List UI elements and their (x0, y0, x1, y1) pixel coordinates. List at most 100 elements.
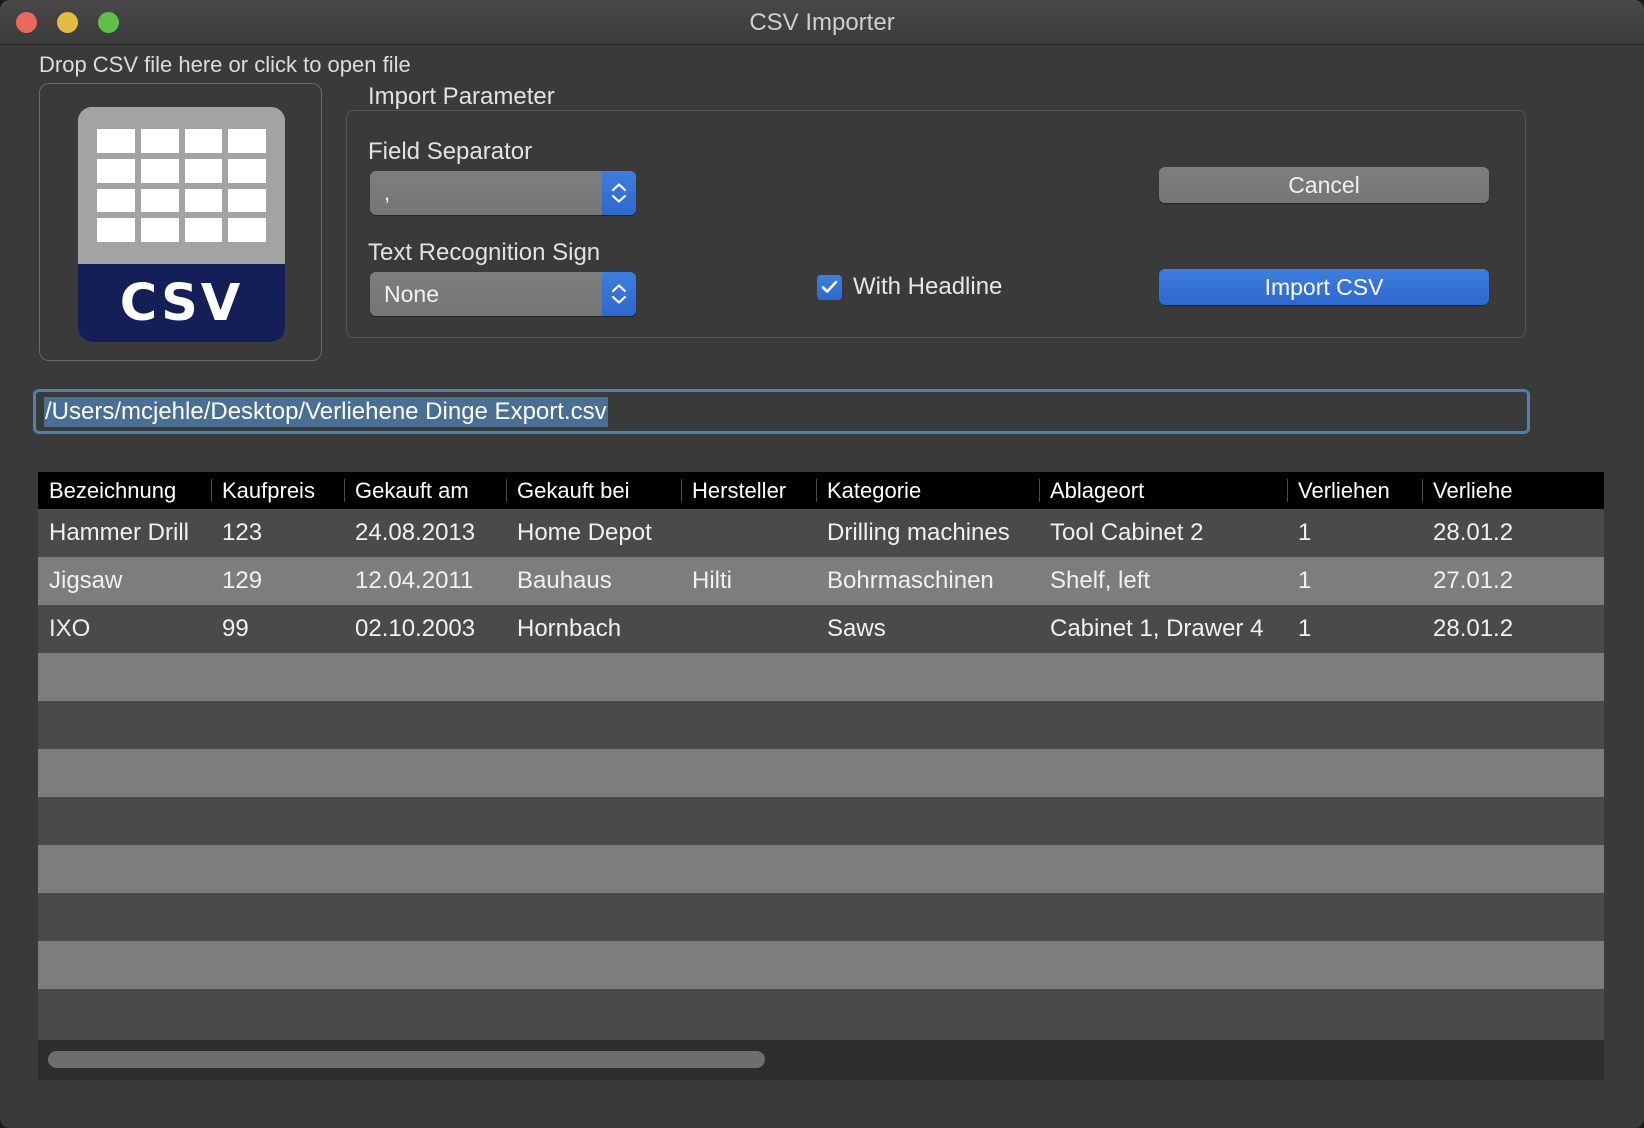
table-row[interactable]: Jigsaw 129 12.04.2011 Bauhaus Hilti Bohrmasch… (38, 557, 1604, 605)
table-cell: Bauhaus (517, 567, 612, 594)
file-path-input[interactable]: /Users/mcjehle/Desktop/Verliehene Dinge … (33, 389, 1530, 434)
file-path-value: /Users/mcjehle/Desktop/Verliehene Dinge … (44, 396, 608, 427)
table-cell (38, 653, 211, 701)
horizontal-scrollbar-thumb[interactable] (48, 1051, 765, 1068)
table-cell (211, 749, 344, 797)
table-cell (816, 653, 1039, 701)
table-row[interactable] (38, 653, 1604, 701)
table-row[interactable] (38, 989, 1604, 1037)
table-cell (506, 749, 681, 797)
table-column-header[interactable]: Gekauft bei (506, 472, 681, 509)
csv-preview-table[interactable]: Bezeichnung Kaufpreis Gekauft am Gekauft be… (38, 472, 1604, 1040)
table-column-header[interactable]: Ablageort (1039, 472, 1287, 509)
text-recognition-sign-value: None (384, 281, 439, 307)
table-cell (38, 749, 211, 797)
table-cell (344, 845, 506, 893)
table-cell (681, 509, 816, 557)
table-cell: 1 (1298, 615, 1312, 642)
table-row[interactable] (38, 941, 1604, 989)
chevron-updown-icon[interactable] (602, 272, 636, 316)
horizontal-scrollbar[interactable] (38, 1040, 1604, 1080)
table-cell (1039, 701, 1287, 749)
with-headline-checkbox[interactable] (817, 274, 842, 300)
table-cell (211, 893, 344, 941)
table-cell (506, 941, 681, 989)
table-cell (1422, 749, 1604, 797)
table-column-header[interactable]: Bezeichnung (38, 472, 211, 509)
table-cell (1039, 941, 1287, 989)
table-cell (211, 701, 344, 749)
table-cell: 1 (1298, 567, 1312, 594)
window-title: CSV Importer (749, 9, 895, 36)
table-header-row: Bezeichnung Kaufpreis Gekauft am Gekauft be… (38, 472, 1604, 509)
table-column-header[interactable]: Gekauft am (344, 472, 506, 509)
import-parameter-legend: Import Parameter (368, 83, 555, 110)
table-cell (38, 989, 211, 1037)
table-cell (1287, 701, 1422, 749)
table-cell (1422, 797, 1604, 845)
table-row[interactable]: Hammer Drill 123 24.08.2013 Home Depot Drill… (38, 509, 1604, 557)
table-cell (211, 989, 344, 1037)
table-cell: Saws (827, 615, 886, 642)
table-column-header[interactable]: Verliehen (1287, 472, 1422, 509)
table-cell (816, 989, 1039, 1037)
table-cell (506, 989, 681, 1037)
table-cell: Home Depot (517, 519, 652, 546)
table-column-header[interactable]: Kategorie (816, 472, 1039, 509)
table-cell: Cabinet 1, Drawer 4 (1050, 615, 1264, 642)
table-row[interactable] (38, 749, 1604, 797)
table-cell (816, 797, 1039, 845)
table-cell: Hilti (692, 567, 732, 594)
table-cell (1039, 797, 1287, 845)
table-cell (38, 701, 211, 749)
table-cell (1287, 749, 1422, 797)
table-cell: 99 (222, 615, 249, 642)
table-cell (681, 893, 816, 941)
csv-drop-zone[interactable]: CSV (39, 83, 322, 361)
chevron-updown-icon[interactable] (602, 171, 636, 215)
csv-icon-grid (78, 107, 285, 264)
table-cell (506, 797, 681, 845)
table-column-header[interactable]: Kaufpreis (211, 472, 344, 509)
field-separator-label: Field Separator (368, 138, 533, 165)
table-body: Hammer Drill 123 24.08.2013 Home Depot Drill… (38, 509, 1604, 1037)
with-headline-checkbox-row[interactable]: With Headline (817, 273, 1002, 301)
table-row[interactable] (38, 845, 1604, 893)
table-cell (1039, 653, 1287, 701)
table-row[interactable] (38, 701, 1604, 749)
field-separator-select[interactable]: , (370, 171, 636, 215)
table-column-header[interactable]: Verliehe (1422, 472, 1604, 509)
table-cell (344, 749, 506, 797)
table-cell (344, 893, 506, 941)
table-cell: 27.01.2 (1433, 567, 1514, 594)
table-row[interactable]: IXO 99 02.10.2003 Hornbach Saws Cabinet 1, Dr… (38, 605, 1604, 653)
table-row[interactable] (38, 797, 1604, 845)
table-cell (1039, 845, 1287, 893)
table-cell (506, 845, 681, 893)
table-cell: Bohrmaschinen (827, 567, 994, 594)
table-cell (1422, 701, 1604, 749)
table-cell (1422, 845, 1604, 893)
table-cell: 123 (222, 519, 263, 546)
table-cell (344, 989, 506, 1037)
table-cell (1039, 749, 1287, 797)
table-cell (38, 941, 211, 989)
table-cell (1039, 893, 1287, 941)
table-cell (344, 941, 506, 989)
table-cell (211, 941, 344, 989)
table-cell (1287, 893, 1422, 941)
table-column-header[interactable]: Hersteller (681, 472, 816, 509)
table-cell: 28.01.2 (1433, 519, 1514, 546)
table-cell (816, 941, 1039, 989)
table-cell (506, 893, 681, 941)
text-recognition-sign-select[interactable]: None (370, 272, 636, 316)
field-separator-value: , (384, 180, 391, 205)
cancel-button[interactable]: Cancel (1159, 167, 1489, 203)
import-csv-button[interactable]: Import CSV (1159, 269, 1489, 305)
table-cell (681, 653, 816, 701)
table-row[interactable] (38, 893, 1604, 941)
table-cell (1422, 941, 1604, 989)
table-cell (1422, 989, 1604, 1037)
table-cell (38, 845, 211, 893)
table-cell: 24.08.2013 (355, 519, 476, 546)
